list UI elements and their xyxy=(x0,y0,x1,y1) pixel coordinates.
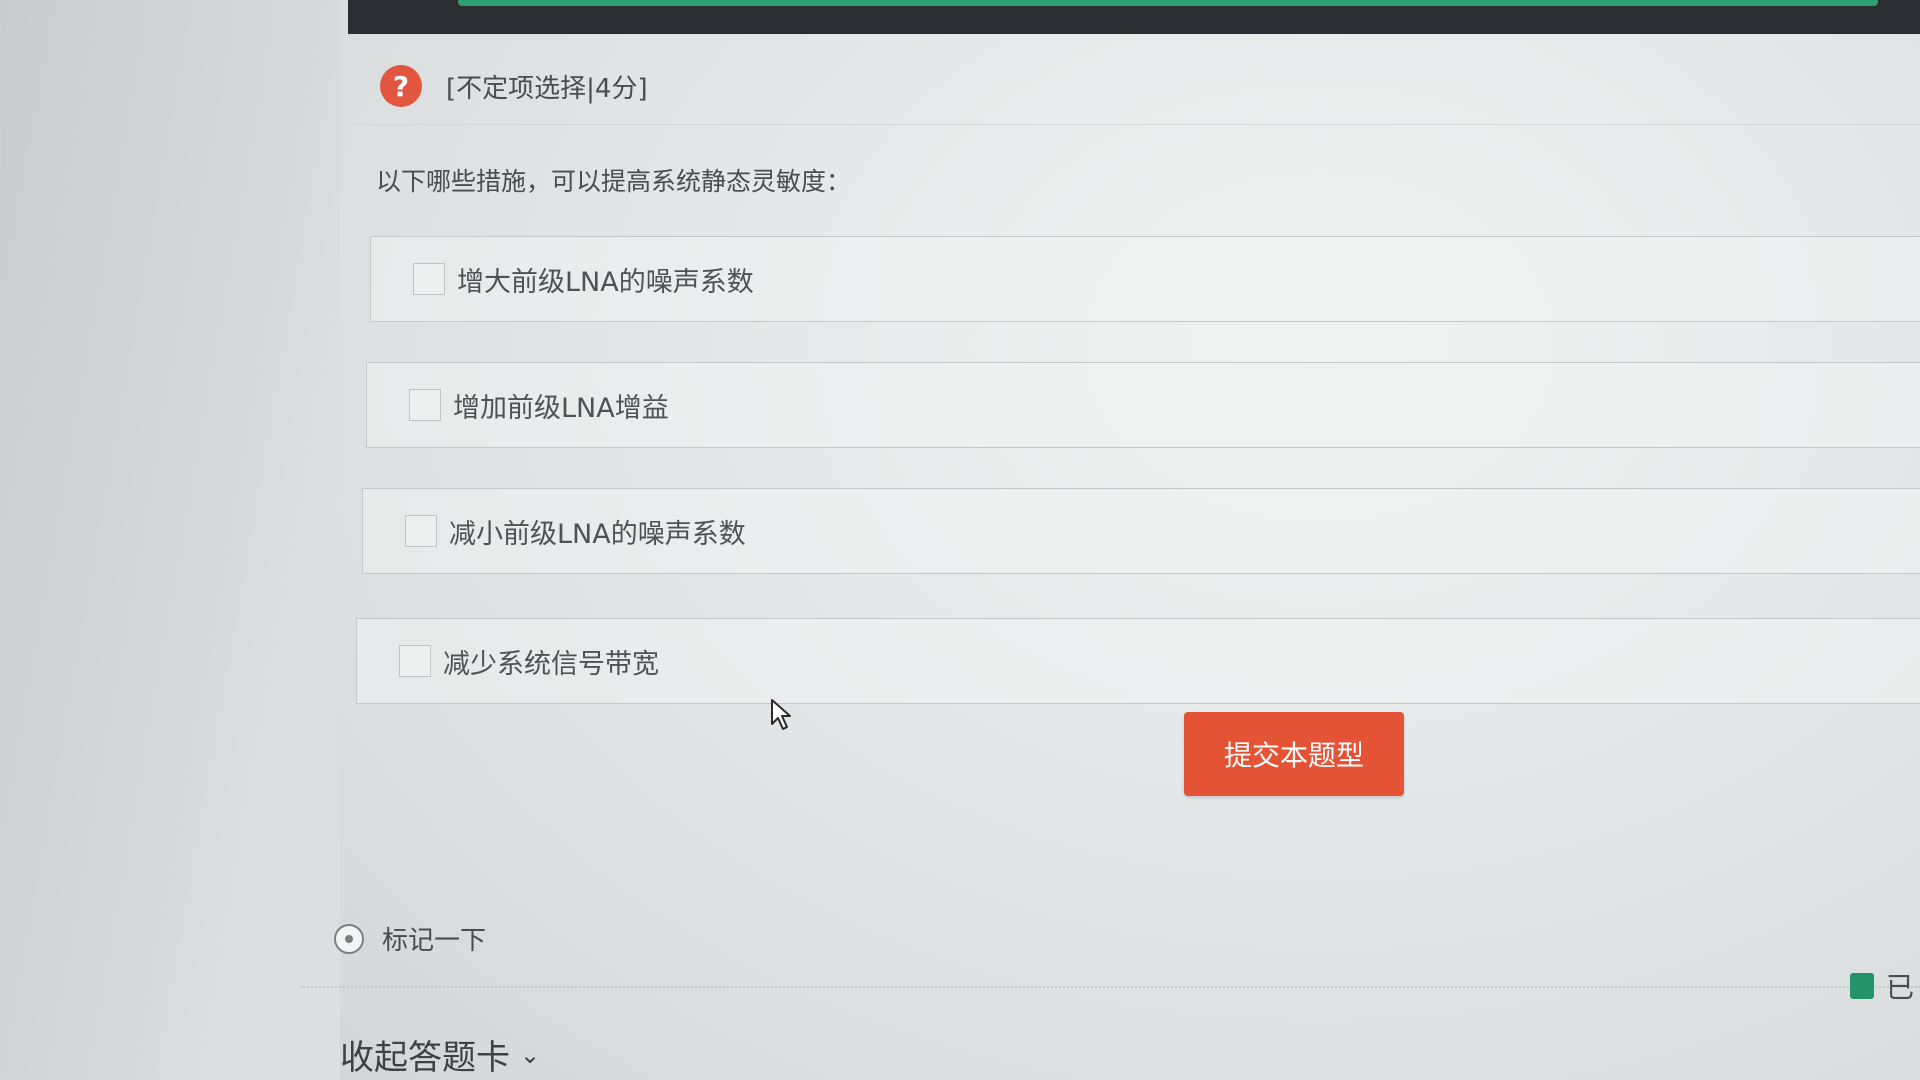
answered-swatch xyxy=(1850,973,1874,999)
option-checkbox[interactable] xyxy=(409,389,441,421)
option-checkbox[interactable] xyxy=(405,515,437,547)
mouse-cursor-icon xyxy=(770,698,794,736)
mark-icon[interactable] xyxy=(334,923,364,954)
dotted-divider xyxy=(300,986,1920,988)
chevron-down-icon: ⌄ xyxy=(520,1040,541,1069)
question-header: ? [不定项选择|4分] xyxy=(380,62,648,110)
collapse-answer-card-toggle[interactable]: 收起答题卡 ⌄ xyxy=(340,1030,540,1079)
question-text: 以下哪些措施，可以提高系统静态灵敏度： xyxy=(376,167,852,196)
header-divider xyxy=(350,124,1920,125)
option-3[interactable]: 减小前级LNA的噪声系数 xyxy=(362,488,1920,574)
option-label: 增大前级LNA的噪声系数 xyxy=(457,266,754,298)
answered-label: 已 xyxy=(1886,971,1915,1004)
mark-question[interactable]: 标记一下 xyxy=(334,920,486,957)
option-label: 减小前级LNA的噪声系数 xyxy=(449,518,746,550)
option-4[interactable]: 减少系统信号带宽 xyxy=(356,618,1920,704)
option-2[interactable]: 增加前级LNA增益 xyxy=(366,362,1920,448)
option-checkbox[interactable] xyxy=(399,645,431,677)
question-icon: ? xyxy=(380,65,422,107)
mark-label: 标记一下 xyxy=(382,926,487,956)
option-1[interactable]: 增大前级LNA的噪声系数 xyxy=(370,236,1920,322)
top-bar-accent xyxy=(458,0,1878,6)
collapse-answer-card-label: 收起答题卡 xyxy=(340,1038,510,1078)
submit-button[interactable]: 提交本题型 xyxy=(1184,712,1404,796)
top-bar xyxy=(348,0,1920,34)
option-checkbox[interactable] xyxy=(413,263,445,295)
option-label: 减少系统信号带宽 xyxy=(443,648,659,680)
answered-legend: 已 xyxy=(1850,966,1914,1006)
question-type-label: [不定项选择|4分] xyxy=(446,73,648,104)
option-label: 增加前级LNA增益 xyxy=(453,392,669,424)
